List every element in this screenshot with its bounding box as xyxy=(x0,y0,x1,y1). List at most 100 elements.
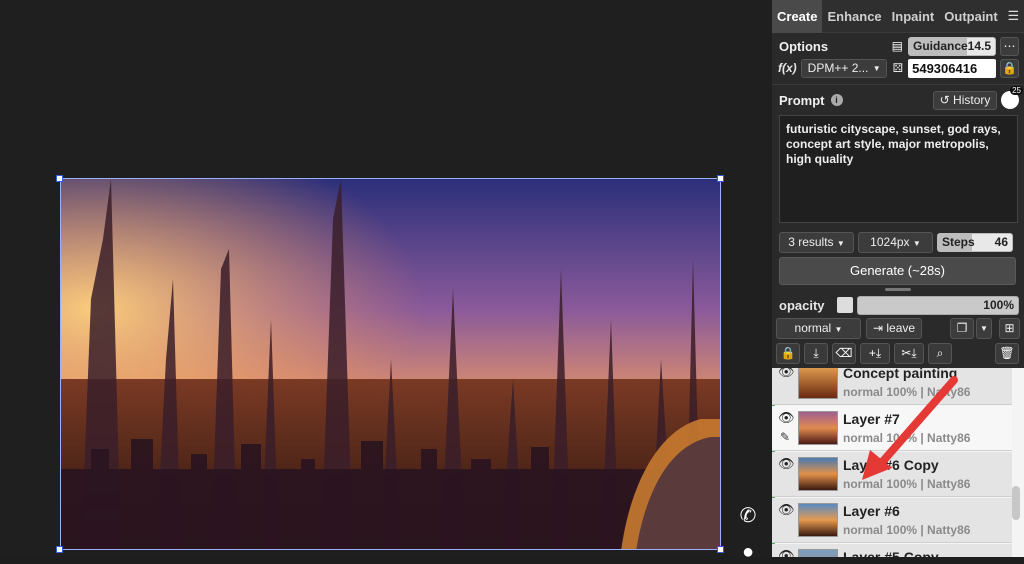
color-swatch[interactable] xyxy=(837,297,853,313)
chevron-down-icon: ▼ xyxy=(912,239,921,248)
layer-name: Layer #7 xyxy=(843,411,900,427)
eye-hidden-icon[interactable]: 👁 xyxy=(778,456,795,472)
opacity-slider[interactable]: 100% xyxy=(857,295,1019,315)
info-icon[interactable]: i xyxy=(830,94,843,106)
layer-meta: normal 100% | Natty86 xyxy=(843,385,971,399)
settings-sliders-icon[interactable]: ☰ xyxy=(1003,8,1024,24)
tab-outpaint[interactable]: Outpaint xyxy=(939,0,1002,33)
layer-thumbnail xyxy=(798,503,838,537)
layer-name: Layer #5 Copy xyxy=(843,549,939,557)
size-value: 1024px xyxy=(870,235,910,249)
merge-down-icon[interactable]: ⤓ xyxy=(804,343,828,364)
chevron-down-icon: ▼ xyxy=(872,63,881,73)
layer-item[interactable]: 👁 Concept painting normal 100% | Natty86 xyxy=(772,368,1012,405)
blend-mode-value: normal xyxy=(794,321,832,335)
tab-inpaint[interactable]: Inpaint xyxy=(887,0,940,33)
duplicate-layer-button[interactable]: ❐ xyxy=(950,318,974,339)
more-options-button[interactable]: ⋯ xyxy=(1000,36,1019,56)
leave-label: leave xyxy=(886,321,916,335)
phone-icon[interactable]: ✆ xyxy=(735,503,761,528)
mode-tabs: Create Enhance Inpaint Outpaint ☰ xyxy=(772,0,1024,33)
queue-badge: 25 xyxy=(1010,86,1023,95)
book-icon[interactable]: ▤ xyxy=(892,39,903,53)
panel-resize-grip[interactable] xyxy=(885,288,911,291)
sampler-row: f(x) DPM++ 2... ▼ ⚄ 549306416 🔒 xyxy=(772,58,1024,78)
sampler-value: DPM++ 2... xyxy=(807,60,869,75)
layer-item[interactable]: 👁 Layer #6 Copy normal 100% | Natty86 xyxy=(772,452,1012,497)
tab-enhance[interactable]: Enhance xyxy=(822,0,886,33)
prompt-textarea[interactable]: futuristic cityscape, sunset, god rays, … xyxy=(779,115,1018,223)
eye-hidden-icon[interactable]: 👁 xyxy=(778,548,795,557)
new-layer-button[interactable]: ⊞ xyxy=(999,318,1020,339)
layer-name: Layer #6 Copy xyxy=(843,457,939,473)
steps-value: 46 xyxy=(994,235,1008,249)
layer-item[interactable]: 👁 ✎ Layer #7 normal 100% | Natty86 xyxy=(772,406,1012,451)
exit-icon: ⇥ xyxy=(872,321,884,335)
lock-icon[interactable]: 🔒 xyxy=(776,343,800,364)
layer-thumbnail xyxy=(798,457,838,491)
layer-thumbnail xyxy=(798,549,838,557)
queue-indicator[interactable]: 25 xyxy=(1001,86,1023,109)
lock-seed-button[interactable]: 🔒 xyxy=(1000,58,1020,78)
layer-meta: normal 100% | Natty86 xyxy=(843,477,971,491)
history-icon: ↺ xyxy=(939,92,950,107)
layers-scrollbar[interactable] xyxy=(1012,486,1020,520)
steps-slider[interactable]: Steps 46 xyxy=(937,233,1013,252)
layer-name: Layer #6 xyxy=(843,503,900,519)
layer-meta: normal 100% | Natty86 xyxy=(843,431,971,445)
resize-handle-tl[interactable] xyxy=(56,175,63,182)
layer-tools-row: 🔒 ⤓ ⌫ +⤓ ✂⤓ ⌕ 🗑 xyxy=(772,343,1024,364)
prompt-title: Prompt xyxy=(779,92,825,108)
layer-name: Concept painting xyxy=(843,368,958,381)
layer-item[interactable]: 👁 Layer #6 normal 100% | Natty86 xyxy=(772,498,1012,543)
side-panel: Create Enhance Inpaint Outpaint ☰ Option… xyxy=(772,0,1024,557)
results-count-value: 3 results xyxy=(788,235,834,249)
leave-button[interactable]: ⇥ leave xyxy=(866,318,922,339)
sampler-select[interactable]: DPM++ 2... ▼ xyxy=(800,58,887,78)
cut-below-icon[interactable]: ✂⤓ xyxy=(894,343,924,364)
generation-settings-row: 3 results ▼ 1024px ▼ Steps 46 xyxy=(772,232,1024,253)
resize-handle-bl[interactable] xyxy=(56,546,63,553)
guidance-slider[interactable]: Guidance 14.5 xyxy=(908,36,996,56)
results-count-select[interactable]: 3 results ▼ xyxy=(779,232,854,253)
opacity-label: opacity xyxy=(779,297,825,313)
blend-mode-select[interactable]: normal ▼ xyxy=(776,318,861,339)
pencil-icon[interactable]: ✎ xyxy=(780,430,790,444)
dice-icon[interactable]: ⚄ xyxy=(893,61,903,75)
options-title: Options xyxy=(779,38,829,54)
canvas-image[interactable] xyxy=(60,178,721,550)
search-icon[interactable]: ⌕ xyxy=(928,343,952,364)
resize-handle-tr[interactable] xyxy=(717,175,724,182)
eraser-icon[interactable]: ⌫ xyxy=(832,343,856,364)
eye-hidden-icon[interactable]: 👁 xyxy=(778,502,795,518)
prompt-header: Prompt i ↺ History 25 xyxy=(772,86,1024,110)
trash-icon[interactable]: 🗑 xyxy=(995,343,1019,364)
resize-handle-br[interactable] xyxy=(717,546,724,553)
canvas-area[interactable]: ✆ ● xyxy=(0,0,772,563)
duplicate-menu-chevron[interactable]: ▼ xyxy=(976,318,992,339)
steps-label: Steps xyxy=(942,235,975,249)
history-button[interactable]: ↺ History xyxy=(933,90,997,110)
chat-bubble-icon[interactable]: ● xyxy=(735,541,761,564)
seed-input[interactable]: 549306416 xyxy=(908,58,997,78)
chevron-down-icon: ▼ xyxy=(836,239,845,248)
fx-label: f(x) xyxy=(778,61,797,75)
chevron-down-icon: ▼ xyxy=(834,325,843,334)
tab-create[interactable]: Create xyxy=(772,0,823,33)
layer-meta: normal 100% | Natty86 xyxy=(843,523,971,537)
eye-icon[interactable]: 👁 xyxy=(778,410,795,426)
add-below-icon[interactable]: +⤓ xyxy=(860,343,890,364)
layers-list[interactable]: 👁 Concept painting normal 100% | Natty86… xyxy=(772,368,1024,557)
layer-item[interactable]: 👁 Layer #5 Copy xyxy=(772,544,1012,557)
layer-thumbnail xyxy=(798,411,838,445)
blend-row: normal ▼ ⇥ leave ❐ ▼ ⊞ xyxy=(772,318,1024,339)
opacity-value: 100% xyxy=(983,297,1014,312)
history-label: History xyxy=(953,92,991,107)
generate-button[interactable]: Generate (~28s) xyxy=(779,257,1016,285)
layer-thumbnail xyxy=(798,368,838,399)
opacity-row: opacity 100% xyxy=(772,295,1024,315)
guidance-value: 14.5 xyxy=(967,38,991,53)
cityscape-image xyxy=(61,179,720,549)
size-select[interactable]: 1024px ▼ xyxy=(858,232,933,253)
eye-hidden-icon[interactable]: 👁 xyxy=(778,368,795,380)
